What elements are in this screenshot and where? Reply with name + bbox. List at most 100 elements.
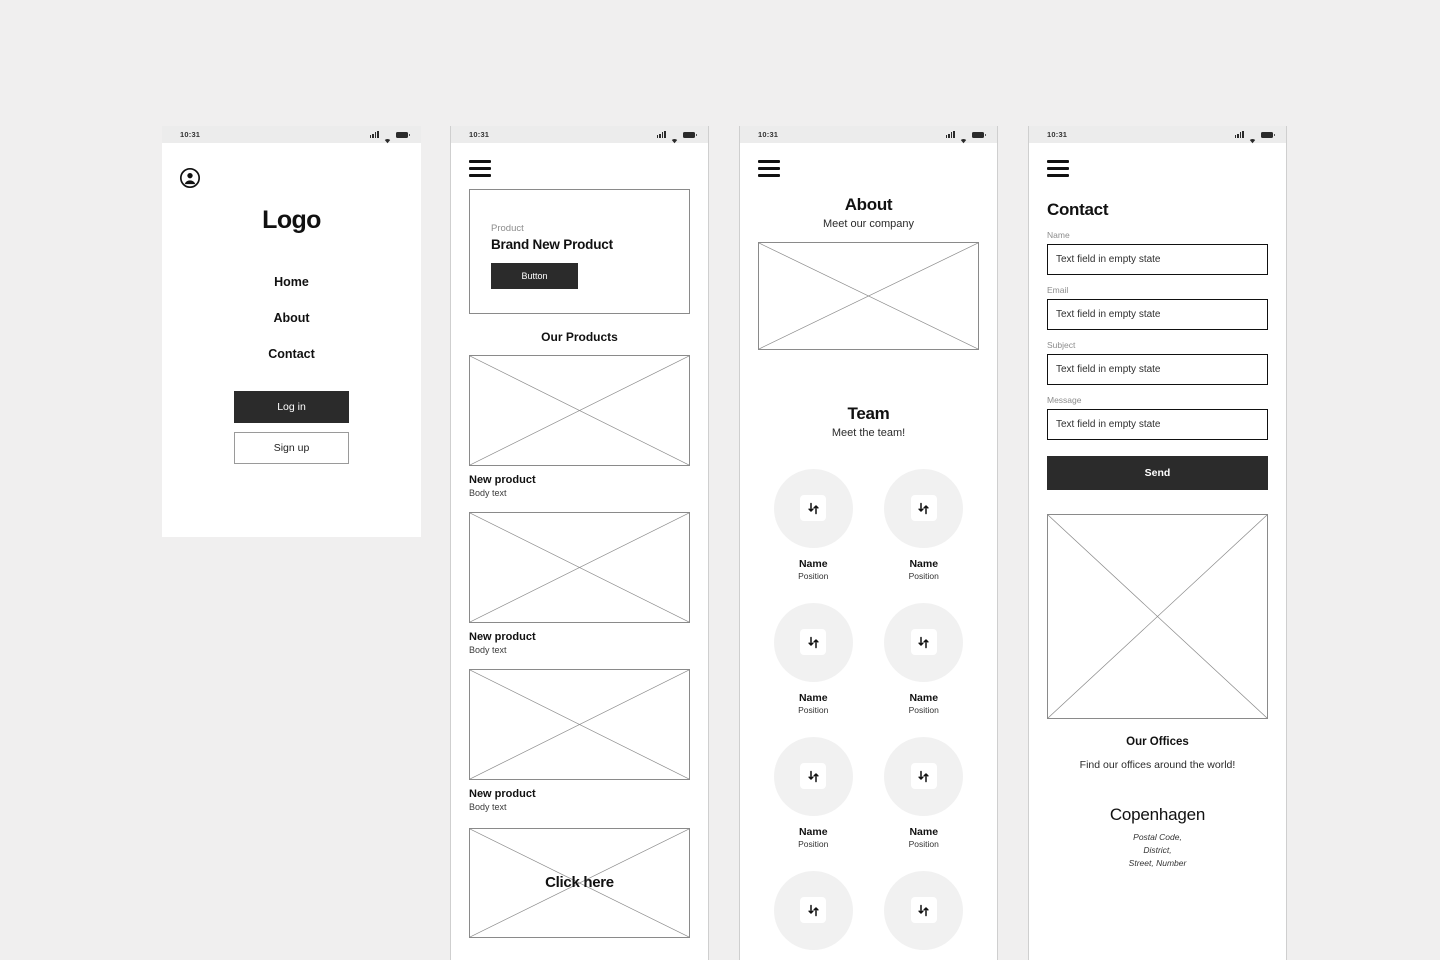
office-address: Postal Code, District, Street, Number xyxy=(1047,831,1268,871)
avatar xyxy=(773,870,853,950)
status-bar-icons xyxy=(1234,131,1275,144)
product-list-item[interactable]: New product Body text xyxy=(469,511,690,655)
team-member-position: Position xyxy=(908,838,939,849)
wifi-icon xyxy=(959,131,968,144)
status-bar-time: 10:31 xyxy=(1047,130,1068,139)
address-line: Postal Code, xyxy=(1133,831,1182,842)
broken-image-icon xyxy=(910,897,937,924)
team-grid: Name Position Name Position Name Positio… xyxy=(758,468,979,960)
name-input[interactable] xyxy=(1047,243,1268,275)
wifi-icon xyxy=(383,131,392,144)
team-member-card[interactable]: Name Position xyxy=(884,468,964,581)
team-member-name: Name xyxy=(798,825,828,838)
status-bar: 10:31 xyxy=(740,126,997,144)
team-member-card[interactable]: Name Position xyxy=(884,602,964,715)
form-field-email: Email xyxy=(1047,285,1268,330)
wifi-icon xyxy=(670,131,679,144)
contact-content: Contact Name Email Subject Message Send xyxy=(1029,200,1286,871)
team-member-position: Position xyxy=(798,570,829,581)
status-bar-time: 10:31 xyxy=(469,130,490,139)
avatar xyxy=(773,736,853,816)
address-line: District, xyxy=(1143,844,1172,855)
click-here-label[interactable]: Click here xyxy=(469,828,690,938)
hero-cta-button[interactable]: Button xyxy=(491,262,578,289)
product-name: New product xyxy=(469,473,536,486)
product-list-item[interactable]: New product Body text xyxy=(469,668,690,812)
nav-item-home[interactable]: Home xyxy=(162,275,421,289)
broken-image-icon xyxy=(800,763,827,790)
send-button[interactable]: Send xyxy=(1047,455,1268,490)
avatar xyxy=(773,468,853,548)
team-title: Team xyxy=(847,403,890,423)
office-city: Copenhagen xyxy=(1109,804,1206,824)
page-title: Contact xyxy=(1047,199,1109,219)
avatar xyxy=(884,870,964,950)
image-placeholder xyxy=(758,241,979,350)
auth-buttons: Log in Sign up xyxy=(162,391,421,464)
offices-subtitle: Find our offices around the world! xyxy=(1079,758,1236,771)
product-name: New product xyxy=(469,630,536,643)
product-list-item[interactable]: New product Body text xyxy=(469,354,690,498)
hamburger-menu-icon[interactable] xyxy=(1047,160,1069,177)
form-field-name: Name xyxy=(1047,230,1268,275)
team-member-card[interactable]: Name Position xyxy=(773,468,853,581)
signal-icon xyxy=(945,131,955,138)
team-member-position: Position xyxy=(798,704,829,715)
product-body-text: Body text xyxy=(469,644,507,655)
hamburger-menu-icon[interactable] xyxy=(758,160,780,177)
sign-up-button[interactable]: Sign up xyxy=(234,432,349,464)
products-section-title: Our Products xyxy=(541,329,618,344)
product-body-text: Body text xyxy=(469,487,507,498)
main-nav: Home About Contact xyxy=(162,275,421,361)
about-title: About xyxy=(844,194,893,214)
team-subtitle: Meet the team! xyxy=(831,426,906,439)
phone-screen-home: 10:31 Logo Home About Contact Log in Sig… xyxy=(162,126,421,537)
hero-card: Product Brand New Product Button xyxy=(469,188,690,314)
team-member-card[interactable]: Name Position xyxy=(773,736,853,849)
hamburger-menu-icon[interactable] xyxy=(469,160,491,177)
team-member-position: Position xyxy=(908,570,939,581)
phone-screen-contact: 10:31 Contact Name Email S xyxy=(1028,126,1287,960)
team-member-position: Position xyxy=(798,838,829,849)
log-in-button[interactable]: Log in xyxy=(234,391,349,423)
avatar xyxy=(884,736,964,816)
avatar xyxy=(773,602,853,682)
product-body-text: Body text xyxy=(469,801,507,812)
team-member-card[interactable]: Name Position xyxy=(884,870,964,960)
email-input[interactable] xyxy=(1047,298,1268,330)
image-placeholder xyxy=(469,354,690,466)
phone-screen-about: 10:31 About Meet our company Team Meet t… xyxy=(739,126,998,960)
status-bar: 10:31 xyxy=(162,126,421,144)
team-member-name: Name xyxy=(798,691,828,704)
broken-image-icon xyxy=(910,495,937,522)
click-here-banner[interactable]: Click here xyxy=(469,827,690,938)
account-circle-icon[interactable] xyxy=(180,168,200,188)
page-logo: Logo xyxy=(262,206,321,234)
subject-input[interactable] xyxy=(1047,353,1268,385)
team-member-card[interactable]: Name Position xyxy=(773,870,853,960)
hero-title: Brand New Product xyxy=(491,236,613,252)
team-member-card[interactable]: Name Position xyxy=(773,602,853,715)
avatar xyxy=(884,602,964,682)
message-input[interactable] xyxy=(1047,408,1268,440)
field-label: Email xyxy=(1047,284,1069,295)
broken-image-icon xyxy=(910,763,937,790)
nav-item-contact[interactable]: Contact xyxy=(162,347,421,361)
battery-icon xyxy=(1261,131,1275,138)
nav-item-about[interactable]: About xyxy=(162,311,421,325)
field-label: Message xyxy=(1047,394,1082,405)
broken-image-icon xyxy=(800,495,827,522)
team-member-card[interactable]: Name Position xyxy=(884,736,964,849)
signal-icon xyxy=(656,131,666,138)
image-placeholder xyxy=(469,668,690,780)
signal-icon xyxy=(1234,131,1244,138)
offices-title: Our Offices xyxy=(1126,735,1189,748)
form-field-subject: Subject xyxy=(1047,340,1268,385)
status-bar-icons xyxy=(369,131,410,144)
status-bar-icons xyxy=(656,131,697,144)
form-field-message: Message xyxy=(1047,395,1268,440)
image-placeholder xyxy=(469,511,690,623)
wifi-icon xyxy=(1248,131,1257,144)
products-content: Product Brand New Product Button Our Pro… xyxy=(451,188,708,938)
team-member-position: Position xyxy=(908,704,939,715)
